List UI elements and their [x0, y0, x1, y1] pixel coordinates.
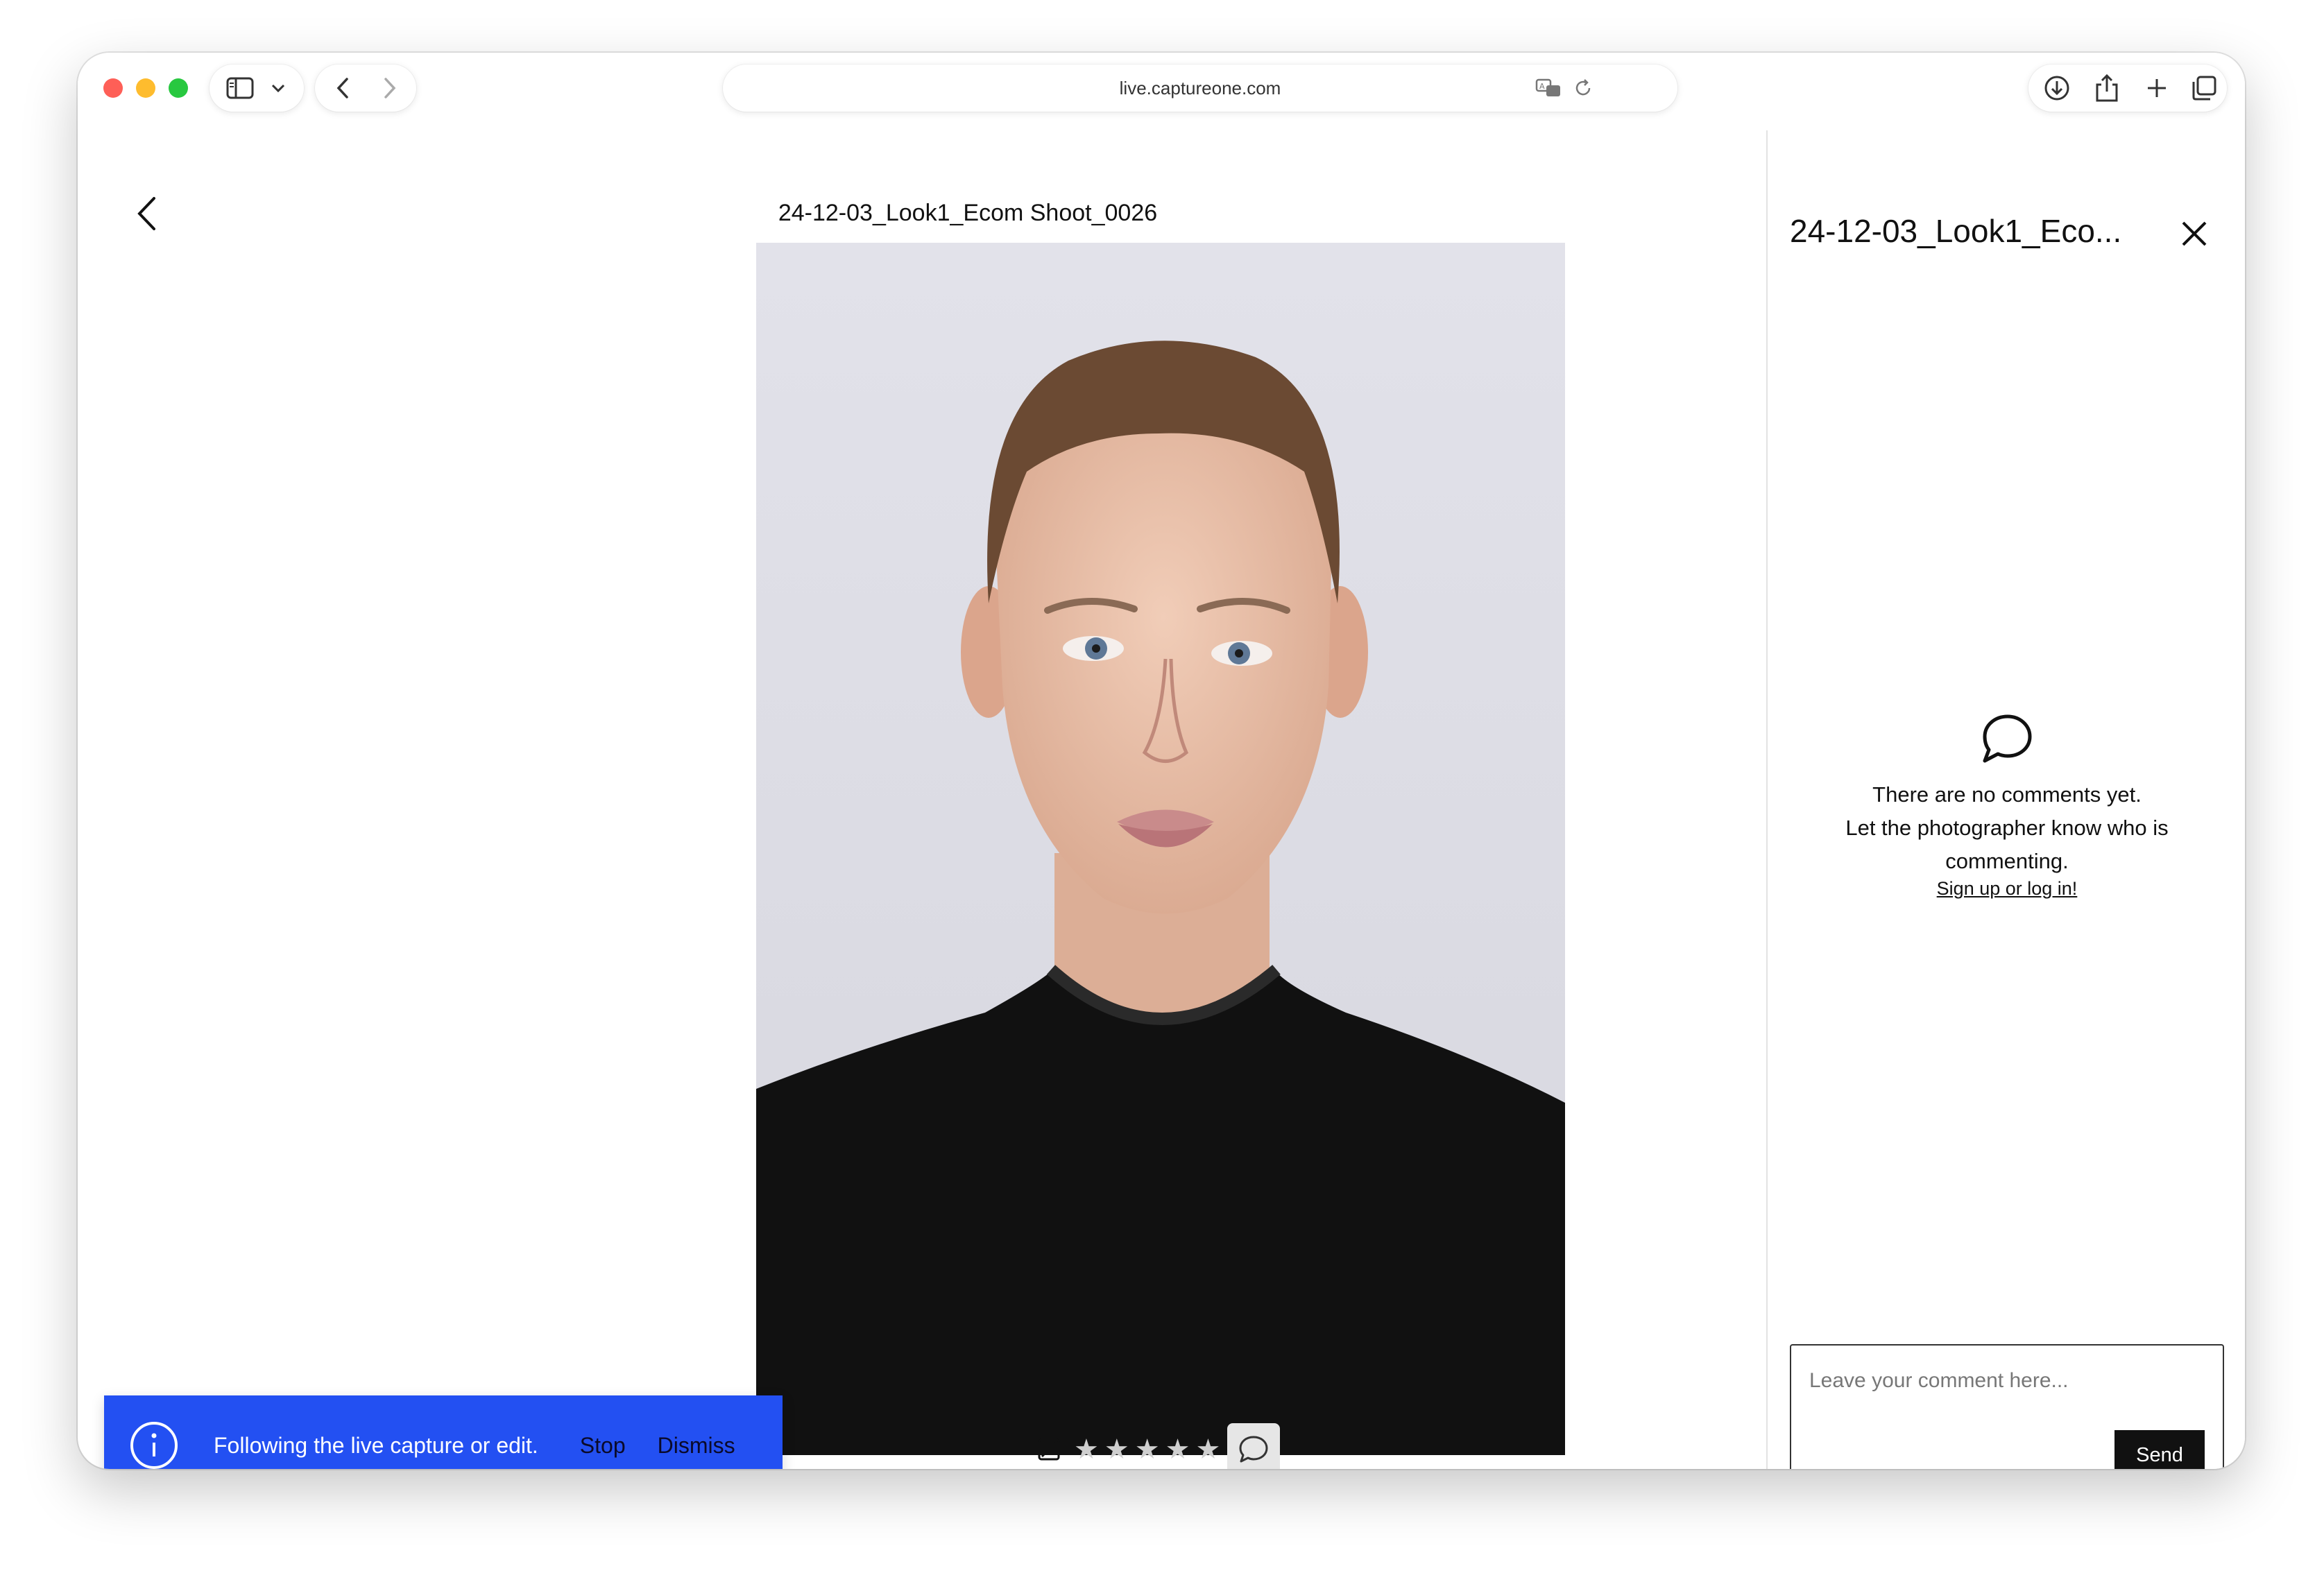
comments-panel: 24-12-03_Look1_Eco... There are no comme…	[1766, 130, 2245, 1469]
svg-text:A: A	[1539, 82, 1545, 91]
close-window-button[interactable]	[103, 78, 123, 98]
page-content: 24-12-03_Look1_Ecom Shoot_0026 ★ ★ ★ ★ ★…	[78, 130, 2245, 1469]
address-bar[interactable]: live.captureone.com A	[723, 65, 1677, 112]
minimize-window-button[interactable]	[136, 78, 155, 98]
sidebar-icon[interactable]	[219, 65, 261, 112]
live-follow-toast: Following the live capture or edit. Stop…	[104, 1395, 783, 1469]
close-icon	[2182, 221, 2207, 246]
empty-message-line-1: There are no comments yet.	[1872, 782, 2142, 807]
info-icon	[129, 1420, 179, 1469]
comment-bubble-icon	[1983, 714, 2032, 763]
signup-login-link[interactable]: Sign up or log in!	[1768, 878, 2245, 900]
browser-actions-group	[2028, 65, 2227, 112]
reload-icon[interactable]	[1568, 65, 1598, 112]
comments-toggle-button[interactable]	[1227, 1423, 1281, 1469]
zoom-window-button[interactable]	[169, 78, 188, 98]
rating-star-5[interactable]: ★	[1195, 1436, 1220, 1463]
rating-toolbar: ★ ★ ★ ★ ★	[1035, 1423, 1281, 1469]
rating-star-4[interactable]: ★	[1165, 1436, 1190, 1463]
portrait-image	[756, 243, 1565, 1455]
empty-message-line-3: commenting.	[1945, 849, 2069, 873]
adjustments-icon[interactable]	[1035, 1436, 1063, 1463]
forward-arrow-icon[interactable]	[369, 65, 411, 112]
new-tab-icon[interactable]	[2137, 65, 2177, 112]
comment-bubble-icon	[1239, 1436, 1268, 1463]
image-title: 24-12-03_Look1_Ecom Shoot_0026	[778, 200, 1158, 226]
chevron-down-icon[interactable]	[262, 65, 294, 112]
empty-comments-state: There are no comments yet. Let the photo…	[1768, 713, 2245, 900]
stop-following-button[interactable]: Stop	[580, 1433, 626, 1459]
photo-preview[interactable]	[756, 243, 1565, 1455]
empty-message-line-2: Let the photographer know who is	[1845, 816, 2169, 840]
close-panel-button[interactable]	[2176, 215, 2213, 252]
back-arrow-icon[interactable]	[322, 65, 364, 112]
browser-window: live.captureone.com A 24-12-03_Look1_Eco…	[78, 53, 2245, 1469]
comment-composer: Send	[1790, 1344, 2224, 1469]
panel-title: 24-12-03_Look1_Eco...	[1790, 213, 2122, 249]
send-button[interactable]: Send	[2114, 1430, 2205, 1469]
history-nav-group	[315, 65, 416, 112]
tabs-overview-icon[interactable]	[2184, 65, 2224, 112]
download-icon[interactable]	[2037, 65, 2077, 112]
rating-star-3[interactable]: ★	[1135, 1436, 1160, 1463]
comment-input[interactable]	[1809, 1369, 2198, 1411]
translate-icon[interactable]: A	[1532, 65, 1566, 112]
rating-star-2[interactable]: ★	[1104, 1436, 1129, 1463]
share-icon[interactable]	[2087, 65, 2127, 112]
sidebar-toggle-group	[210, 65, 304, 112]
toast-message: Following the live capture or edit.	[214, 1432, 538, 1458]
back-button[interactable]	[129, 193, 164, 234]
rating-star-1[interactable]: ★	[1074, 1436, 1099, 1463]
dismiss-toast-button[interactable]: Dismiss	[658, 1433, 735, 1459]
chevron-left-icon	[137, 197, 155, 230]
browser-toolbar: live.captureone.com A	[78, 53, 2245, 130]
